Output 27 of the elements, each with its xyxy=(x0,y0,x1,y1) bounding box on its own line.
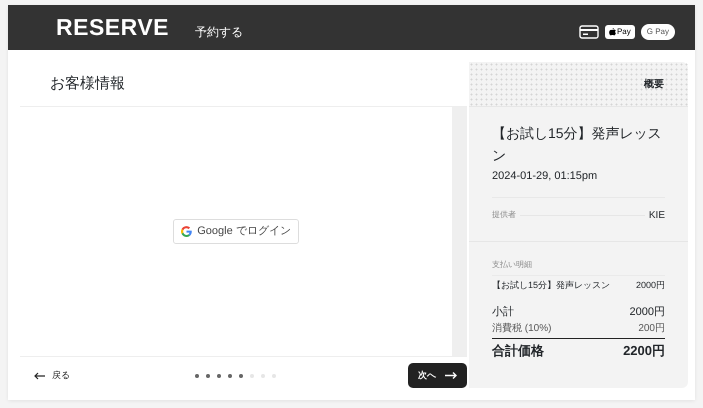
section-title: お客様情報 xyxy=(20,62,467,107)
provider-label: 提供者 xyxy=(492,209,516,221)
credit-card-icon xyxy=(578,24,599,38)
payment-title: 支払い明細 xyxy=(492,260,532,268)
line-label: 合計価格 xyxy=(492,342,544,360)
apple-icon xyxy=(608,28,616,36)
line-amount: 2200円 xyxy=(623,342,665,360)
google-login-button[interactable]: Google でログイン xyxy=(173,219,299,244)
google-pay-badge: G Pay xyxy=(640,24,675,40)
next-button[interactable]: 次へ xyxy=(408,362,467,388)
service-title: 【お試し15分】発声レッスン xyxy=(492,124,663,165)
logo: RESERVE xyxy=(56,13,170,42)
provider-name: KIE xyxy=(648,208,665,222)
line-label: 小計 xyxy=(492,304,514,320)
line-amount: 2000円 xyxy=(636,278,665,292)
google-icon xyxy=(181,226,192,237)
summary-heading: 概要 xyxy=(644,78,664,92)
arrow-right-icon xyxy=(444,371,457,380)
booking-datetime: 2024-01-29, 01:15pm xyxy=(492,168,665,198)
line-amount: 2000円 xyxy=(630,305,665,320)
apple-pay-badge: Pay xyxy=(604,24,635,38)
back-link[interactable]: 戻る xyxy=(34,368,70,382)
nav-link[interactable]: 予約する xyxy=(195,22,244,40)
line-label: 消費税 (10%) xyxy=(492,322,552,336)
arrow-left-icon xyxy=(34,372,46,380)
line-label: 【お試し15分】発声レッスン xyxy=(492,278,610,292)
line-amount: 200円 xyxy=(638,322,665,336)
